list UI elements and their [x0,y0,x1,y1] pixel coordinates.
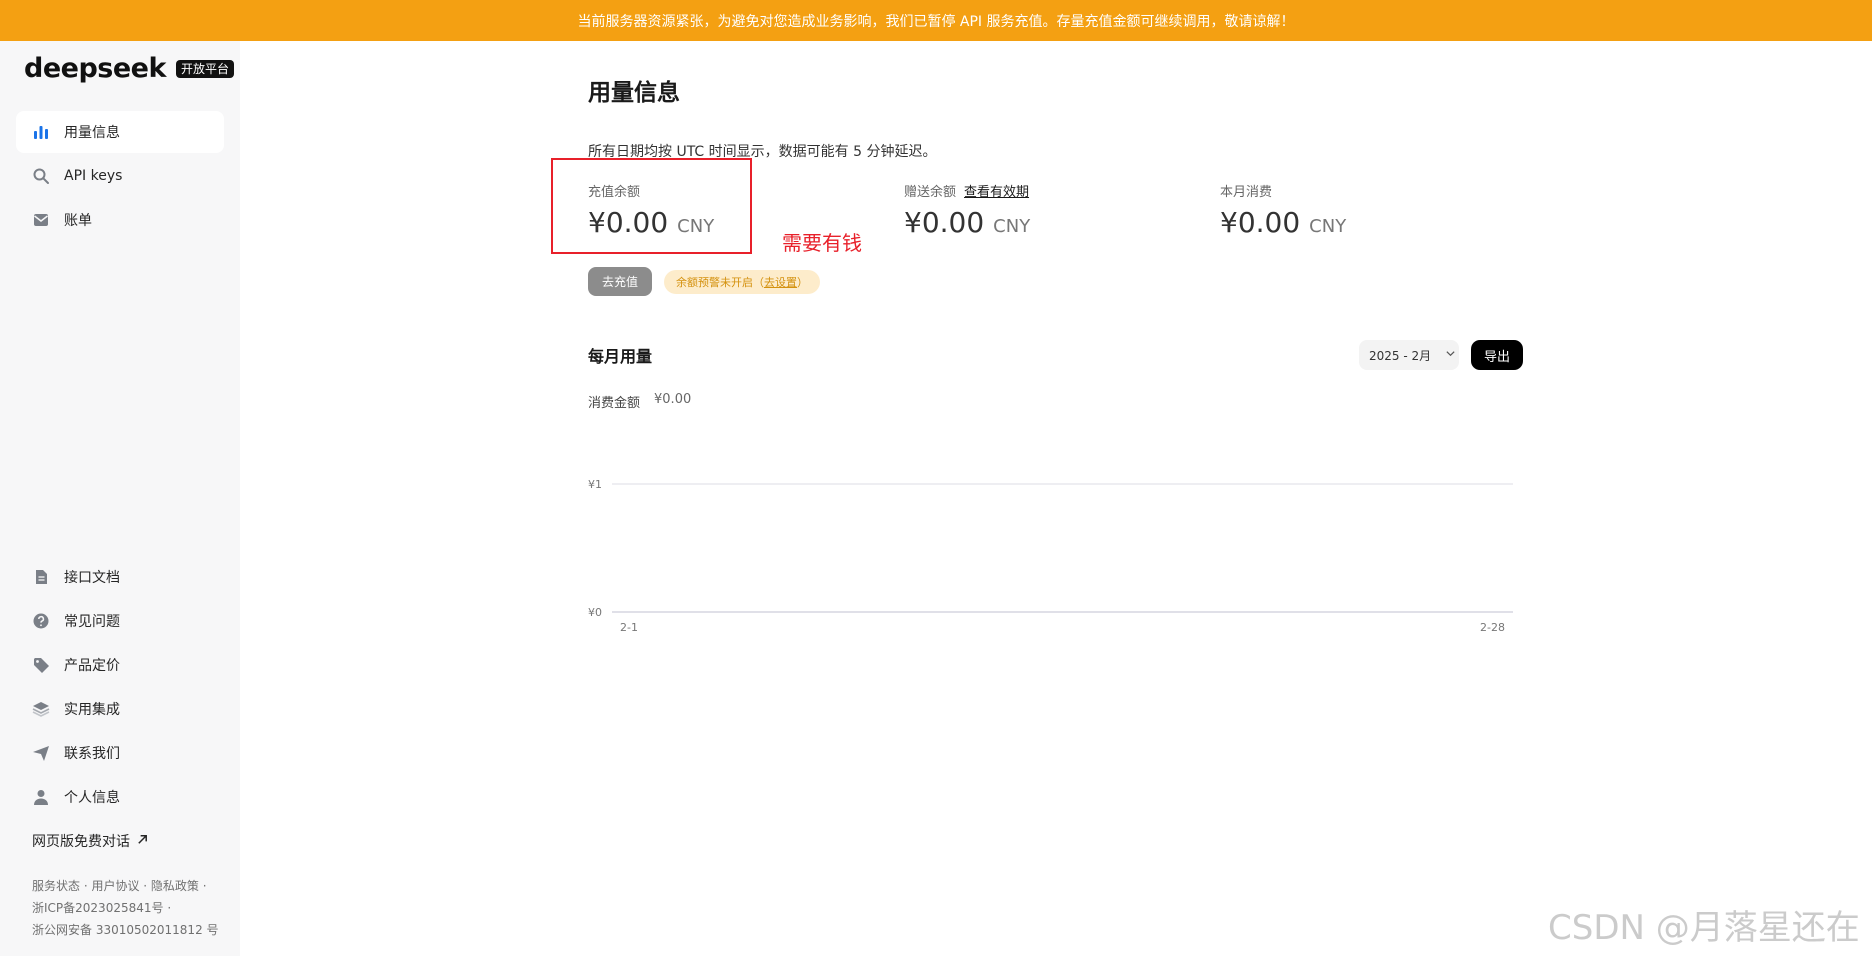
page-title: 用量信息 [588,80,680,106]
sidebar-item-label: 账单 [64,213,92,229]
month-select[interactable]: 2025 - 2月 [1359,340,1459,370]
annotation-text: 需要有钱 [782,231,862,255]
sidebar-item-label: 产品定价 [64,658,120,674]
sidebar-item-label: 个人信息 [64,790,120,806]
alert-text: 余额预警未开启（ [676,276,764,289]
month-select-value: 2025 - 2月 [1369,348,1432,363]
envelope-icon [32,211,50,229]
x-tick-label: 2-1 [620,621,638,634]
sidebar-nav-top: 用量信息 API keys 账单 [16,111,224,243]
logo-text: deepseek [24,53,166,84]
send-icon [32,744,50,762]
sidebar-item-profile[interactable]: 个人信息 [16,776,224,818]
footer-icp[interactable]: 浙ICP备2023025841号 · [32,897,222,919]
y-tick-label: ¥0 [588,606,602,619]
sidebar-item-api-keys[interactable]: API keys [16,155,224,197]
sidebar-item-pricing[interactable]: 产品定价 [16,644,224,686]
stat-gift-balance: 赠送余额 查看有效期 ¥0.00 CNY [904,181,1164,239]
annotation-highlight-box [551,158,752,254]
arrow-up-right-icon [136,833,149,850]
stat-label: 本月消费 [1220,185,1273,200]
sidebar-item-faq[interactable]: 常见问题 [16,600,224,642]
sidebar-item-label: 接口文档 [64,570,120,586]
web-chat-label: 网页版免费对话 [32,834,130,850]
service-banner: 当前服务器资源紧张，为避免对您造成业务影响，我们已暂停 API 服务充值。存量充… [0,0,1872,41]
sidebar-item-integrations[interactable]: 实用集成 [16,688,224,730]
stat-unit: CNY [993,216,1031,237]
stat-amount: ¥0.00 [904,206,985,239]
spend-label: 消费金额 [588,396,641,411]
sidebar-item-label: API keys [64,168,123,184]
sidebar-item-docs[interactable]: 接口文档 [16,556,224,598]
stat-unit: CNY [1309,216,1347,237]
sidebar-item-label: 用量信息 [64,125,120,141]
watermark: CSDN @月落星还在 [1548,908,1860,948]
banner-text: 当前服务器资源紧张，为避免对您造成业务影响，我们已暂停 API 服务充值。存量充… [577,13,1295,30]
spend-value: ¥0.00 [654,392,692,407]
sidebar: deepseek 开放平台 用量信息 API keys 账单 接口文档 常见问题… [0,41,240,956]
recharge-button[interactable]: 去充值 [588,267,652,296]
footer-links[interactable]: 服务状态 · 用户协议 · 隐私政策 · [32,875,222,897]
sidebar-item-usage[interactable]: 用量信息 [16,111,224,153]
stat-monthly-spend: 本月消费 ¥0.00 CNY [1220,181,1480,239]
alert-suffix: ） [797,276,808,289]
spend-summary: 消费金额 ¥0.00 [588,392,691,411]
stat-amount: ¥0.00 [1220,206,1301,239]
document-icon [32,568,50,586]
usage-chart: ¥1 ¥0 2-1 2-28 [588,478,1513,634]
chevron-down-icon [1445,348,1456,362]
main-content: 用量信息 所有日期均按 UTC 时间显示，数据可能有 5 分钟延迟。 充值余额 … [551,41,1528,956]
view-validity-link[interactable]: 查看有效期 [964,181,1029,200]
x-tick-label: 2-28 [1480,621,1505,634]
monthly-usage-title: 每月用量 [588,347,653,366]
search-icon [32,167,50,185]
layers-icon [32,700,50,718]
stat-label: 赠送余额 [904,185,957,200]
balance-alert-badge: 余额预警未开启（ 去设置） [664,270,820,294]
sidebar-item-label: 常见问题 [64,614,120,630]
sidebar-footer: 服务状态 · 用户协议 · 隐私政策 · 浙ICP备2023025841号 · … [32,875,222,941]
y-tick-label: ¥1 [588,478,602,491]
bar-chart-icon [32,123,50,141]
sidebar-item-contact[interactable]: 联系我们 [16,732,224,774]
export-button[interactable]: 导出 [1471,340,1523,370]
footer-police[interactable]: 浙公网安备 33010502011812 号 [32,919,222,941]
logo-badge: 开放平台 [175,59,234,78]
user-icon [32,788,50,806]
web-chat-link[interactable]: 网页版免费对话 [32,831,149,851]
sidebar-item-billing[interactable]: 账单 [16,199,224,241]
question-icon [32,612,50,630]
sidebar-nav-bottom: 接口文档 常见问题 产品定价 实用集成 联系我们 个人信息 [16,556,224,820]
sidebar-item-label: 实用集成 [64,702,120,718]
tag-icon [32,656,50,674]
sidebar-item-label: 联系我们 [64,746,120,762]
alert-settings-link[interactable]: 去设置 [764,274,797,290]
logo[interactable]: deepseek 开放平台 [24,53,234,84]
